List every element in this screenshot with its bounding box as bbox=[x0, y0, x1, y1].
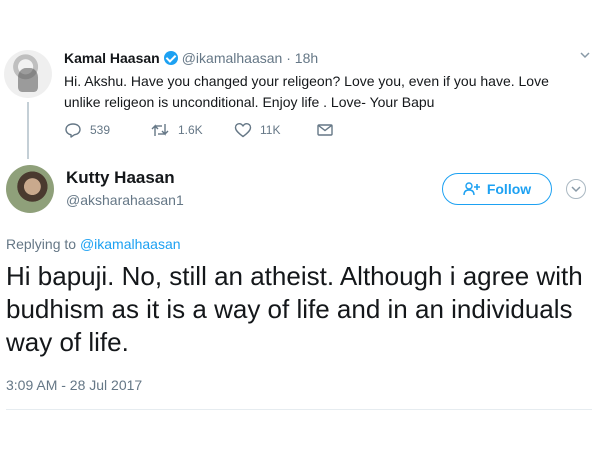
tweet2-handle[interactable]: @aksharahaasan1 bbox=[66, 192, 184, 208]
follow-label: Follow bbox=[486, 181, 532, 197]
like-icon bbox=[234, 123, 252, 138]
kamal-avatar[interactable] bbox=[4, 50, 52, 98]
message-button[interactable] bbox=[316, 122, 334, 138]
tweet2-name[interactable]: Kutty Haasan bbox=[66, 168, 175, 188]
tweet1-separator: · bbox=[286, 50, 291, 66]
like-button[interactable]: 11K bbox=[234, 122, 280, 138]
tweet1-name[interactable]: Kamal Haasan bbox=[64, 50, 160, 66]
tweet1-text: Hi. Akshu. Have you changed your religeo… bbox=[64, 73, 549, 110]
divider bbox=[6, 409, 592, 410]
chevron-down-icon bbox=[571, 186, 581, 193]
tweet1-header: Kamal Haasan @ikamalhaasan · 18h bbox=[64, 50, 318, 66]
tweet1-time[interactable]: 18h bbox=[295, 50, 318, 66]
more-options-button[interactable] bbox=[566, 179, 586, 199]
reply-icon bbox=[65, 123, 81, 138]
message-icon bbox=[317, 124, 333, 136]
replying-to: Replying to @ikamalhaasan bbox=[6, 236, 181, 252]
thread-line bbox=[27, 102, 29, 159]
tweet1-handle[interactable]: @ikamalhaasan bbox=[182, 50, 283, 66]
retweet-button[interactable]: 1.6K bbox=[150, 122, 203, 138]
chevron-down-icon[interactable] bbox=[580, 50, 590, 60]
follow-person-icon bbox=[463, 182, 480, 196]
tweet2-text: Hi bapuji. No, still an atheist. Althoug… bbox=[6, 261, 583, 357]
reply-button[interactable]: 539 bbox=[64, 122, 110, 138]
retweet-icon bbox=[151, 124, 169, 136]
kutty-avatar[interactable] bbox=[6, 165, 54, 213]
verified-icon bbox=[163, 51, 178, 65]
follow-button[interactable]: Follow bbox=[442, 173, 552, 205]
reply-count: 539 bbox=[90, 123, 111, 137]
like-count: 11K bbox=[260, 123, 281, 137]
retweet-count: 1.6K bbox=[178, 123, 203, 137]
replying-handle-link[interactable]: @ikamalhaasan bbox=[80, 236, 181, 252]
replying-label: Replying to bbox=[6, 236, 77, 252]
tweet2-timestamp[interactable]: 3:09 AM - 28 Jul 2017 bbox=[6, 377, 142, 393]
